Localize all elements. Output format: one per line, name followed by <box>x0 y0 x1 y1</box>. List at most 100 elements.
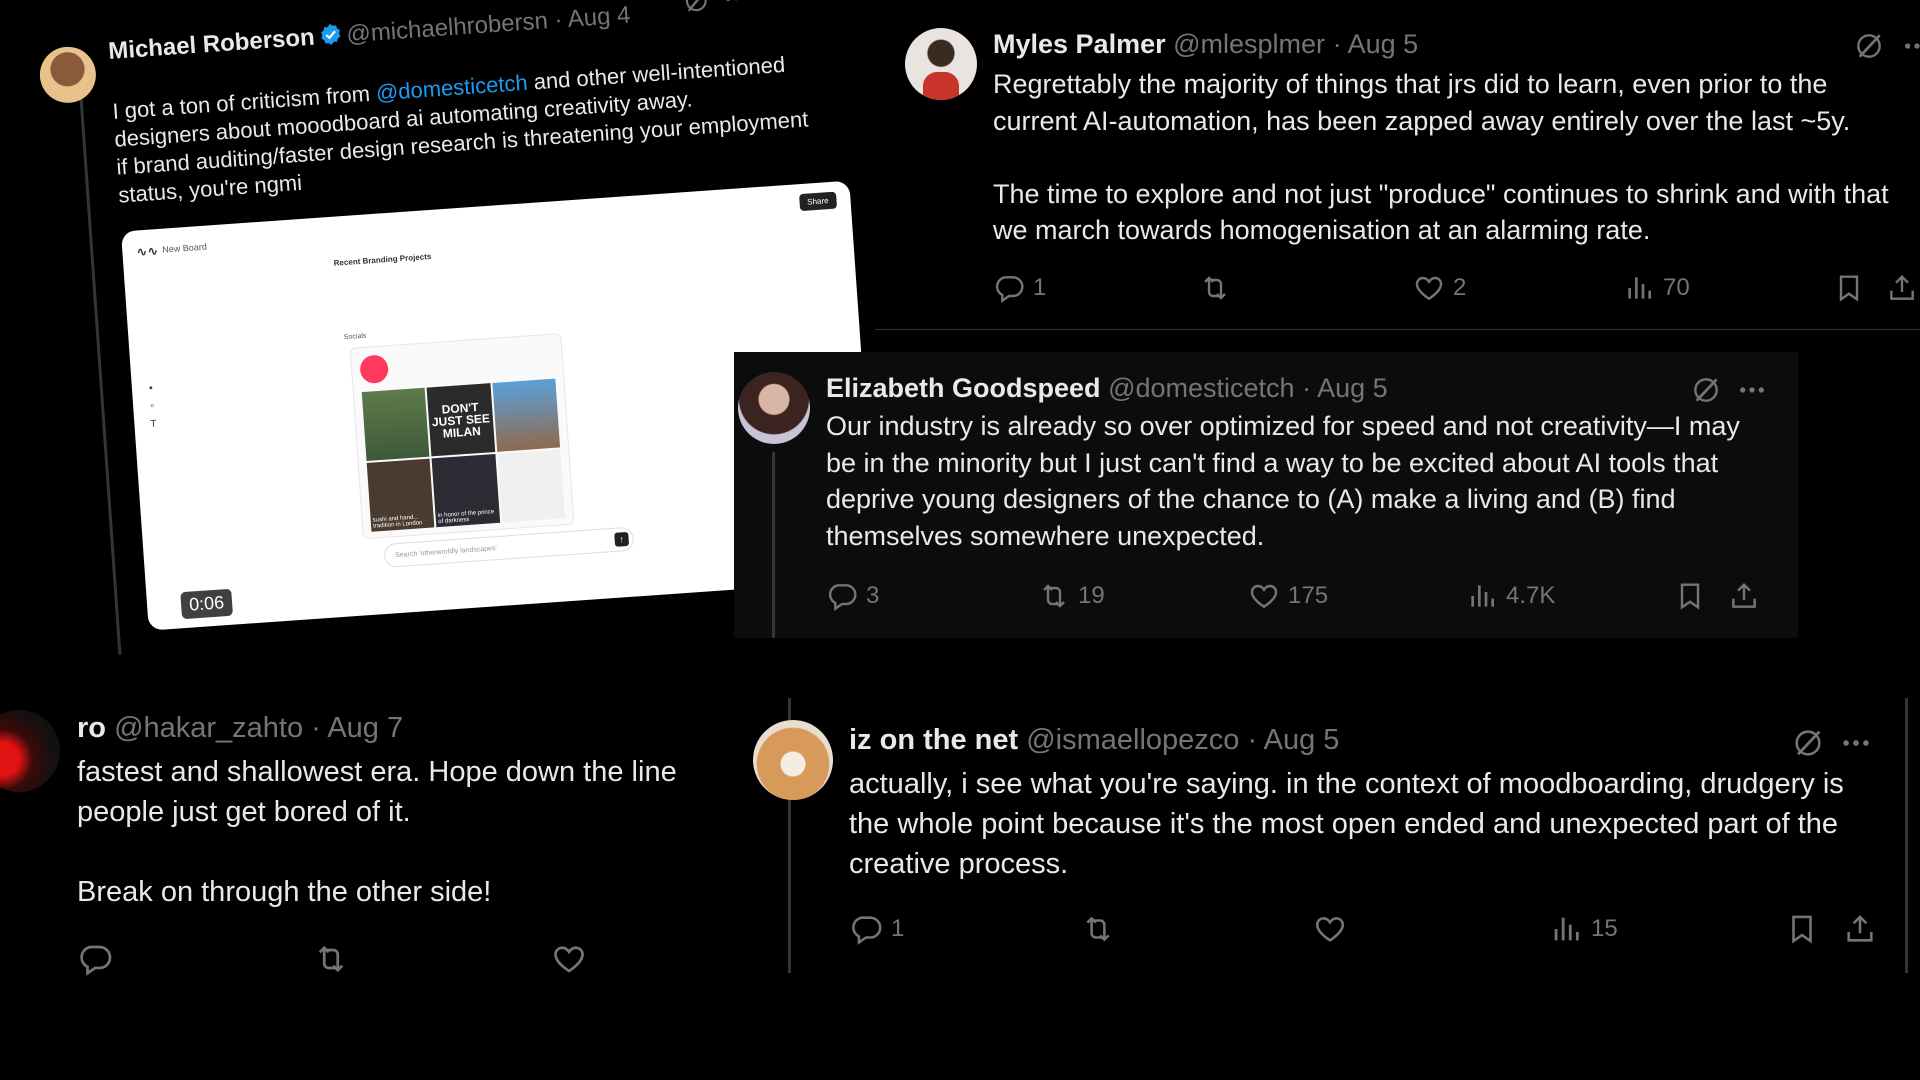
author-name[interactable]: Myles Palmer <box>993 29 1166 59</box>
views-count: 15 <box>1591 915 1618 942</box>
photo-castle: in honor of the prince of darkness <box>431 453 500 528</box>
author-handle[interactable]: @domesticetch <box>1108 373 1294 403</box>
views-button[interactable]: 4.7K <box>1466 580 1555 612</box>
like-button[interactable]: 175 <box>1248 580 1328 612</box>
reply-count: 3 <box>866 582 880 609</box>
tweet-iz[interactable]: iz on the net @ismaellopezco · Aug 5 act… <box>753 698 1908 973</box>
reply-icon <box>849 912 883 946</box>
avatar-ro[interactable] <box>0 710 60 792</box>
like-icon <box>1248 580 1280 612</box>
grok-icon[interactable] <box>1690 374 1722 406</box>
like-button[interactable] <box>551 941 587 977</box>
tweet-text: Regrettably the majority of things that … <box>993 69 1889 245</box>
retweet-button[interactable]: 19 <box>1038 580 1105 612</box>
like-button[interactable]: 2 <box>1413 272 1466 304</box>
like-count: 2 <box>1453 274 1467 301</box>
send-icon[interactable]: ↑ <box>614 531 630 547</box>
bookmark-button[interactable] <box>1785 912 1819 946</box>
retweet-button[interactable] <box>313 941 349 977</box>
action-bar <box>77 940 677 978</box>
grok-icon[interactable] <box>681 0 711 16</box>
board-title[interactable]: New Board <box>162 242 207 255</box>
verified-badge-icon <box>318 22 344 48</box>
photo-poster: DON'T JUST SEE MILAN <box>426 383 495 457</box>
views-icon <box>1549 912 1583 946</box>
avatar-elizabeth[interactable] <box>738 372 810 444</box>
views-button[interactable]: 70 <box>1623 272 1690 304</box>
more-icon[interactable] <box>1901 30 1920 62</box>
reply-count: 1 <box>891 915 905 942</box>
bookmark-icon <box>1785 912 1819 946</box>
tweet-text: fastest and shallowest era. Hope down th… <box>77 756 677 908</box>
action-bar: 3 19 175 4.7K <box>826 578 1776 614</box>
retweet-icon <box>313 941 349 977</box>
photo-chef: sushi and hand... tradition in London <box>366 458 435 532</box>
retweet-button[interactable] <box>1081 912 1123 946</box>
bookmark-icon <box>1674 580 1706 612</box>
avatar-michael[interactable] <box>38 44 98 105</box>
grok-icon[interactable] <box>1791 726 1825 760</box>
video-duration: 0:06 <box>180 588 234 620</box>
like-button[interactable] <box>1313 912 1355 946</box>
share-icon <box>1843 912 1877 946</box>
photo-building <box>361 387 430 461</box>
photo-grid: DON'T JUST SEE MILAN sushi and hand... t… <box>361 378 566 532</box>
app-logo-icon: ∿∿ <box>135 243 159 260</box>
share-button[interactable] <box>1728 580 1760 612</box>
like-icon <box>1313 912 1347 946</box>
separator: · <box>1332 29 1342 59</box>
tweet-elizabeth[interactable]: Elizabeth Goodspeed @domesticetch · Aug … <box>734 352 1798 638</box>
views-button[interactable]: 15 <box>1549 912 1618 946</box>
views-count: 4.7K <box>1506 582 1556 609</box>
reply-icon <box>77 941 113 977</box>
thread-line <box>772 452 775 638</box>
avatar-shirt <box>923 72 959 100</box>
tweet-date[interactable]: Aug 5 <box>1264 724 1340 756</box>
tweet-myles[interactable]: Myles Palmer @mlesplmer · Aug 5 Regretta… <box>875 0 1920 330</box>
reply-button[interactable]: 1 <box>849 912 904 946</box>
author-name[interactable]: Elizabeth Goodspeed <box>826 373 1101 403</box>
author-name[interactable]: ro <box>77 712 106 744</box>
share-button[interactable] <box>1886 272 1918 304</box>
author-handle[interactable]: @ismaellopezco <box>1026 724 1239 756</box>
like-count: 175 <box>1288 582 1329 609</box>
bookmark-button[interactable] <box>1674 580 1706 612</box>
reply-button[interactable] <box>77 941 113 977</box>
author-name[interactable]: iz on the net <box>849 724 1018 756</box>
action-bar: 1 2 70 <box>993 270 1913 306</box>
more-icon[interactable] <box>1839 726 1873 760</box>
tweet-date[interactable]: Aug 5 <box>1317 373 1388 403</box>
retweet-icon <box>1199 272 1231 304</box>
share-button[interactable]: Share <box>798 191 838 212</box>
reply-icon <box>826 580 858 612</box>
socials-label: Socials <box>343 332 367 342</box>
separator: · <box>311 712 321 744</box>
tweet-date[interactable]: Aug 5 <box>1348 29 1419 59</box>
social-card: DON'T JUST SEE MILAN sushi and hand... t… <box>349 333 575 540</box>
like-icon <box>1413 272 1445 304</box>
tweet-date[interactable]: Aug 7 <box>327 712 403 744</box>
more-icon[interactable] <box>1736 374 1768 406</box>
more-icon[interactable] <box>721 0 751 13</box>
airbnb-logo <box>359 354 390 385</box>
section-title: Recent Branding Projects <box>333 251 432 268</box>
author-handle[interactable]: @mlesplmer <box>1173 29 1325 59</box>
views-count: 70 <box>1663 274 1690 301</box>
retweet-button[interactable] <box>1199 272 1239 304</box>
bookmark-button[interactable] <box>1833 272 1865 304</box>
share-button[interactable] <box>1843 912 1877 946</box>
tweet-ro[interactable]: ro @hakar_zahto · Aug 7 fastest and shal… <box>0 690 760 1000</box>
avatar-myles[interactable] <box>905 28 977 100</box>
reply-button[interactable]: 3 <box>826 580 879 612</box>
grok-icon[interactable] <box>1853 30 1885 62</box>
reply-button[interactable]: 1 <box>993 272 1046 304</box>
separator: · <box>1247 724 1258 756</box>
author-handle[interactable]: @hakar_zahto <box>114 712 303 744</box>
share-icon <box>1728 580 1760 612</box>
photo-street <box>492 378 561 452</box>
retweet-count: 19 <box>1078 582 1105 609</box>
retweet-icon <box>1038 580 1070 612</box>
avatar-iz[interactable] <box>753 720 833 800</box>
tweet-date[interactable]: Aug 4 <box>567 2 631 33</box>
tweet-text: actually, i see what you're saying. in t… <box>849 768 1844 880</box>
